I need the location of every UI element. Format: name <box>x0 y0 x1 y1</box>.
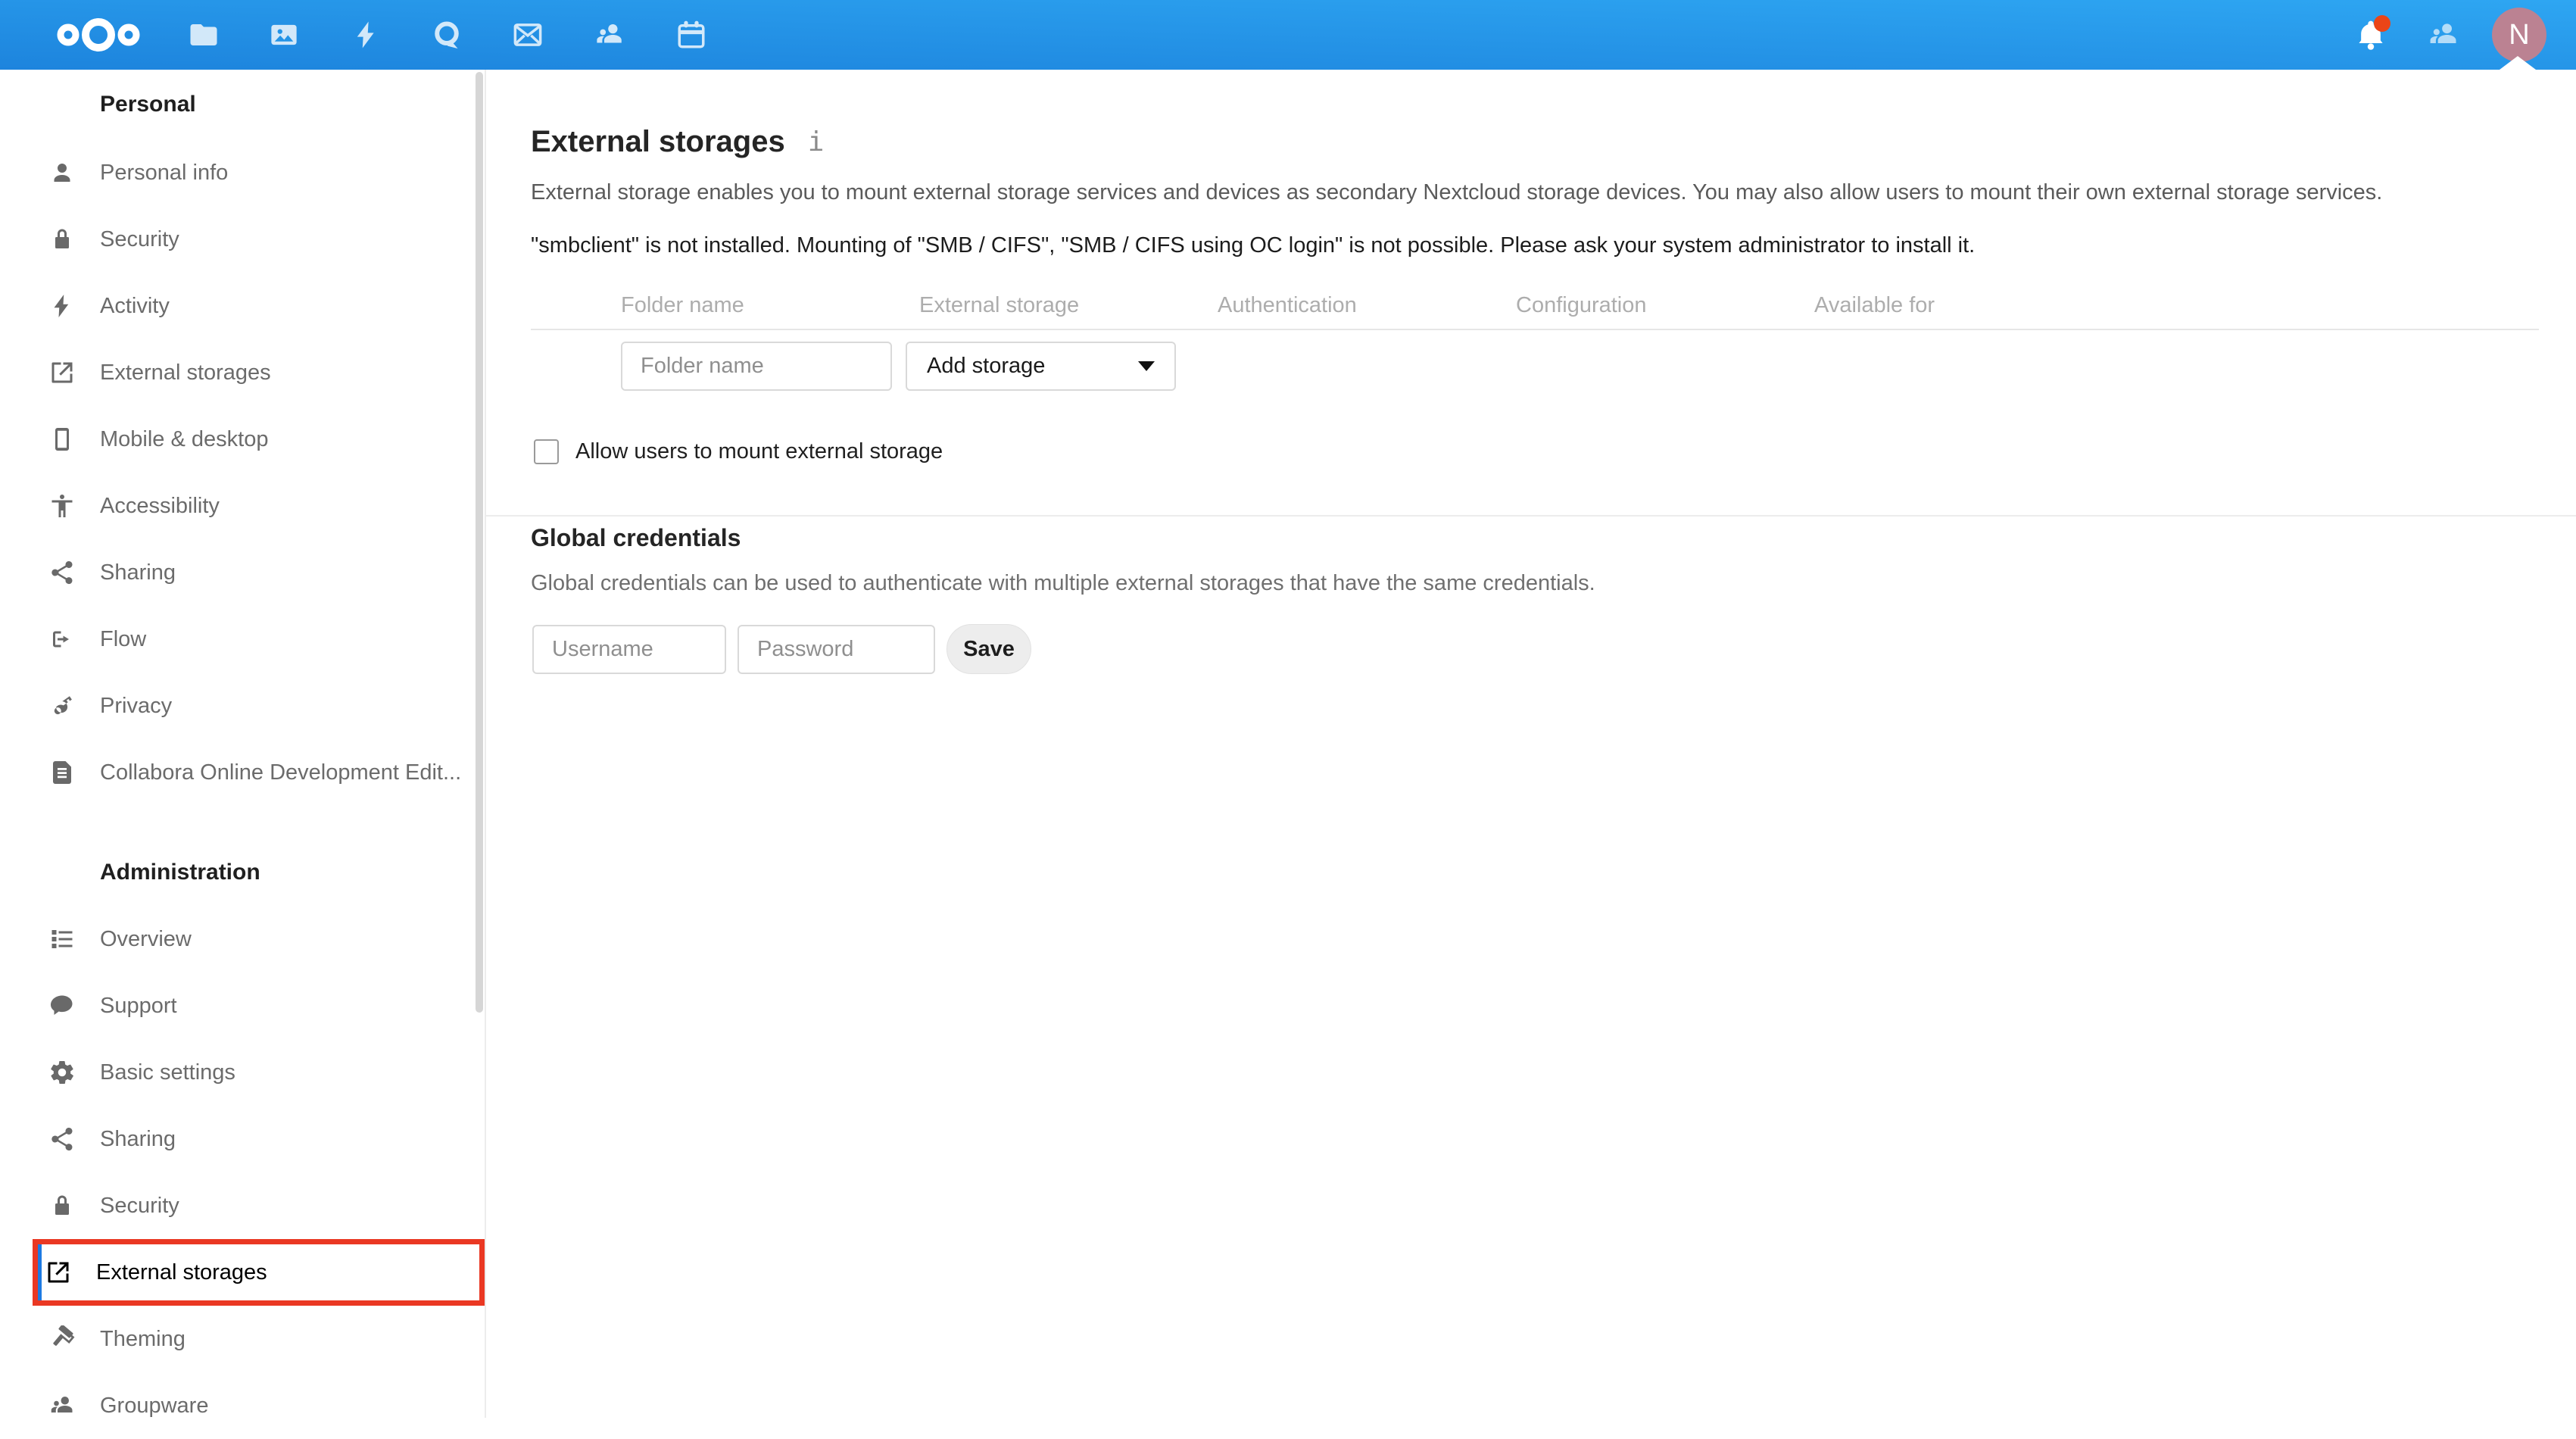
share-icon <box>48 1125 76 1153</box>
sidebar-scrollbar[interactable] <box>476 72 483 1013</box>
sidebar-item-label: External storages <box>96 1260 267 1285</box>
section-divider <box>486 515 2576 517</box>
sidebar-item-external-storages-personal[interactable]: External storages <box>0 339 485 406</box>
sidebar-item-sharing-admin[interactable]: Sharing <box>0 1106 485 1172</box>
column-configuration: Configuration <box>1516 293 1814 319</box>
smbclient-warning: "smbclient" is not installed. Mounting o… <box>531 233 2576 258</box>
caret-down-icon <box>1138 361 1155 371</box>
info-icon[interactable]: i <box>808 126 825 158</box>
sidebar-item-flow[interactable]: Flow <box>0 606 485 673</box>
sidebar-item-sharing-personal[interactable]: Sharing <box>0 539 485 606</box>
chat-bubble-icon <box>48 992 76 1019</box>
talk-icon[interactable] <box>431 19 463 51</box>
top-header-bar: N <box>0 0 2576 70</box>
allow-mount-label: Allow users to mount external storage <box>575 439 943 464</box>
username-field[interactable] <box>532 625 726 674</box>
sidebar-item-label: Sharing <box>100 1127 176 1152</box>
password-field[interactable] <box>738 625 935 674</box>
bolt-icon <box>48 292 76 320</box>
document-icon <box>48 759 76 786</box>
sidebar-item-security-personal[interactable]: Security <box>0 206 485 273</box>
notifications-bell-icon[interactable] <box>2354 18 2387 52</box>
mail-icon[interactable] <box>512 19 544 51</box>
phone-icon <box>48 426 76 453</box>
sidebar-item-basic-settings[interactable]: Basic settings <box>0 1039 485 1106</box>
column-available-for: Available for <box>1814 293 2113 319</box>
new-storage-row: Add storage <box>531 342 2576 391</box>
sidebar-item-label: External storages <box>100 361 271 386</box>
contacts-menu-icon[interactable] <box>2427 18 2460 52</box>
sidebar-item-mobile-desktop[interactable]: Mobile & desktop <box>0 406 485 473</box>
global-credentials-title: Global credentials <box>531 524 741 552</box>
people-icon <box>48 1392 76 1419</box>
global-credentials-description: Global credentials can be used to authen… <box>531 570 2576 596</box>
add-storage-dropdown[interactable]: Add storage <box>906 342 1176 391</box>
contacts-icon[interactable] <box>594 19 625 51</box>
photos-icon[interactable] <box>268 19 300 51</box>
files-icon[interactable] <box>188 19 220 51</box>
external-storage-icon <box>45 1259 72 1286</box>
sidebar-item-label: Mobile & desktop <box>100 427 268 452</box>
flow-icon <box>48 626 76 653</box>
sidebar-item-label: Basic settings <box>100 1060 235 1085</box>
sidebar-item-groupware[interactable]: Groupware <box>0 1372 485 1439</box>
external-storage-description: External storage enables you to mount ex… <box>531 179 2576 205</box>
sidebar-item-label: Flow <box>100 627 146 652</box>
sidebar-item-label: Security <box>100 1194 179 1219</box>
avatar[interactable]: N <box>2492 8 2546 62</box>
global-credentials-form: Save <box>531 624 2576 674</box>
sidebar-item-label: Support <box>100 994 177 1019</box>
allow-mount-checkbox[interactable] <box>534 439 559 464</box>
sidebar-item-collabora[interactable]: Collabora Online Development Edit... <box>0 739 485 806</box>
table-header-divider <box>531 329 2539 330</box>
page-title: External storages <box>531 125 785 159</box>
lock-icon <box>48 226 76 253</box>
user-icon <box>48 159 76 186</box>
sidebar-item-label: Security <box>100 227 179 252</box>
sidebar-item-label: Privacy <box>100 694 172 719</box>
sidebar-item-external-storages-admin[interactable]: External storages <box>33 1239 485 1306</box>
sidebar-item-label: Activity <box>100 294 170 319</box>
main-content: External storages i External storage ena… <box>486 70 2576 1418</box>
sidebar-item-label: Accessibility <box>100 494 220 519</box>
sidebar-item-personal-info[interactable]: Personal info <box>0 139 485 206</box>
activity-icon[interactable] <box>351 19 382 51</box>
sidebar-item-label: Overview <box>100 927 192 952</box>
storage-table-header: Folder name External storage Authenticat… <box>621 293 2576 319</box>
nextcloud-logo[interactable] <box>51 16 145 54</box>
add-storage-label: Add storage <box>927 354 1045 379</box>
sidebar-item-overview[interactable]: Overview <box>0 906 485 972</box>
column-authentication: Authentication <box>1218 293 1516 319</box>
save-button[interactable]: Save <box>947 624 1031 674</box>
sidebar-item-label: Groupware <box>100 1394 208 1419</box>
allow-mount-row: Allow users to mount external storage <box>531 439 2576 464</box>
calendar-icon[interactable] <box>675 19 707 51</box>
sidebar-item-security-admin[interactable]: Security <box>0 1172 485 1239</box>
lock-icon <box>48 1192 76 1219</box>
sidebar-item-activity[interactable]: Activity <box>0 273 485 339</box>
sidebar-item-label: Sharing <box>100 560 176 585</box>
folder-name-input[interactable] <box>621 342 892 391</box>
sidebar-item-accessibility[interactable]: Accessibility <box>0 473 485 539</box>
avatar-menu-caret <box>2500 56 2536 70</box>
sidebar-item-theming[interactable]: Theming <box>0 1306 485 1372</box>
external-storage-icon <box>48 359 76 386</box>
section-title-administration: Administration <box>0 806 485 906</box>
gear-icon <box>48 1059 76 1086</box>
overview-list-icon <box>48 926 76 953</box>
accessibility-icon <box>48 492 76 520</box>
column-external-storage: External storage <box>919 293 1218 319</box>
share-icon <box>48 559 76 586</box>
key-icon <box>48 692 76 720</box>
sidebar-item-label: Theming <box>100 1327 186 1352</box>
paint-roller-icon <box>48 1325 76 1353</box>
sidebar-item-label: Personal info <box>100 161 228 186</box>
sidebar-item-label: Collabora Online Development Edit... <box>100 760 461 785</box>
settings-sidebar: Personal Personal info Security Activity… <box>0 70 486 1418</box>
sidebar-item-support[interactable]: Support <box>0 972 485 1039</box>
section-title-personal: Personal <box>0 70 485 139</box>
notification-dot <box>2374 15 2390 32</box>
sidebar-item-privacy[interactable]: Privacy <box>0 673 485 739</box>
column-folder-name: Folder name <box>621 293 919 319</box>
